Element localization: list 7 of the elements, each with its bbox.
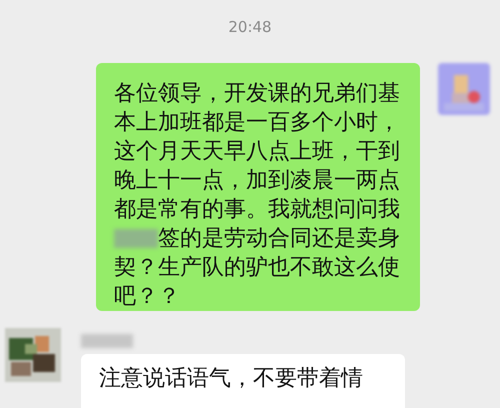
redaction-blur xyxy=(114,228,158,248)
message-text: 各位领导，开发课的兄弟们基本上加班都是一百多个小时，这个月天天早八点上班，干到晚上十一点，加到凌晨一两点都是常有的事。我就想问问我 xyxy=(114,81,400,222)
message-text: 注意说话语气，不要带着情 xyxy=(99,366,363,391)
message-text: 签的是劳动合同还是卖身 xyxy=(158,225,400,253)
sender-name-blur xyxy=(81,334,133,348)
message-text: 契？生产队的驴也不敢这么使吧？？ xyxy=(114,255,400,309)
timestamp: 20:48 xyxy=(228,17,272,38)
